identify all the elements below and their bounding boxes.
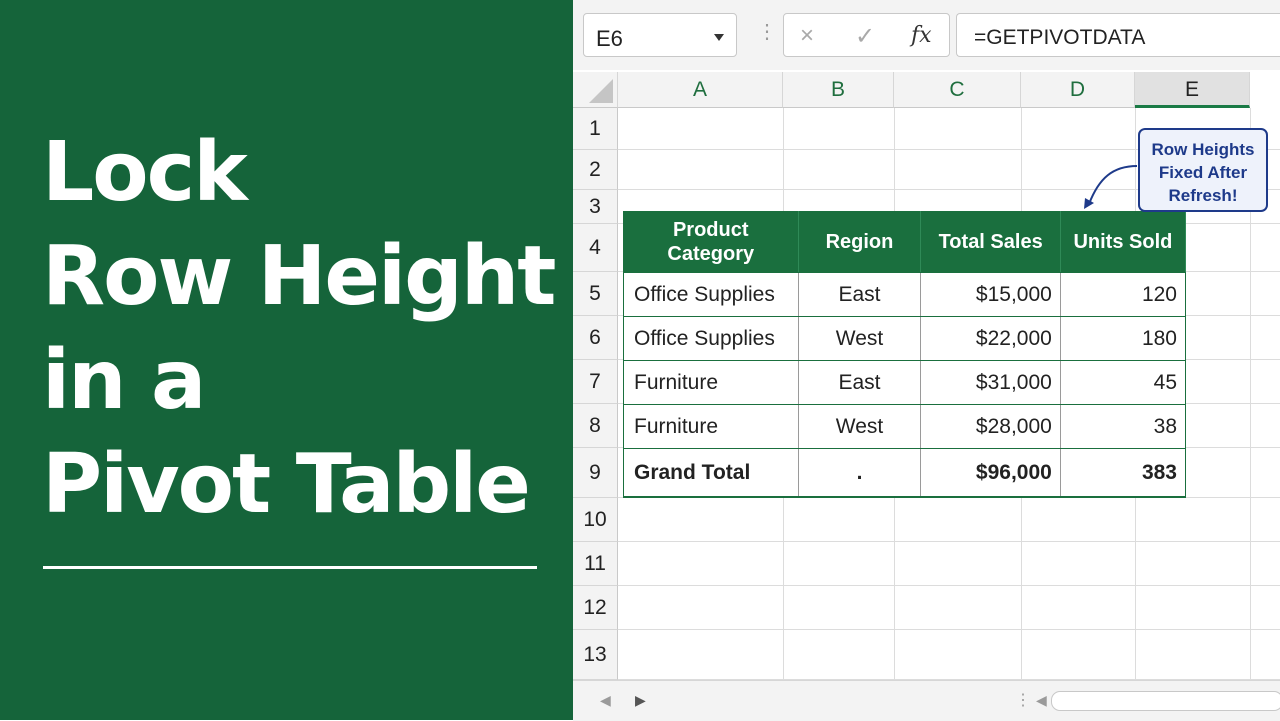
pivot-header-cell[interactable]: Total Sales — [920, 211, 1061, 273]
grand-total-label[interactable]: Grand Total — [623, 448, 799, 498]
name-box-value: E6 — [596, 26, 623, 51]
formula-buttons: × ✓ fx — [783, 13, 950, 57]
pivot-cell[interactable]: $28,000 — [920, 404, 1061, 449]
pivot-cell[interactable]: Office Supplies — [623, 316, 799, 361]
pivot-header-row: Product Category Region Total Sales Unit… — [623, 211, 1187, 273]
pivot-cell[interactable]: $15,000 — [920, 272, 1061, 317]
title-underline — [43, 566, 537, 569]
select-all-icon — [589, 79, 613, 103]
title-line-1: Lock — [42, 125, 248, 220]
insert-function-icon[interactable]: fx — [911, 23, 932, 48]
chevron-down-icon[interactable] — [714, 34, 724, 41]
pivot-cell[interactable]: $31,000 — [920, 360, 1061, 405]
column-header-b[interactable]: B — [783, 72, 894, 108]
more-options-icon[interactable]: ⋮ — [757, 22, 777, 42]
pivot-cell[interactable]: $22,000 — [920, 316, 1061, 361]
pivot-row: Office Supplies West $22,000 180 — [623, 316, 1187, 361]
pivot-table: Product Category Region Total Sales Unit… — [623, 211, 1187, 498]
grand-total-cell[interactable]: $96,000 — [920, 448, 1061, 498]
pivot-cell[interactable]: 120 — [1060, 272, 1187, 317]
pivot-row: Office Supplies East $15,000 120 — [623, 272, 1187, 317]
row-header-3[interactable]: 3 — [573, 190, 618, 224]
row-header-10[interactable]: 10 — [573, 498, 618, 542]
column-header-a[interactable]: A — [618, 72, 783, 108]
row-header-11[interactable]: 11 — [573, 542, 618, 586]
pivot-cell[interactable]: Furniture — [623, 360, 799, 405]
title-panel: Lock Row Height in a Pivot Table — [0, 0, 573, 720]
row-header-12[interactable]: 12 — [573, 586, 618, 630]
column-header-c[interactable]: C — [894, 72, 1021, 108]
sheet-status-bar: ◀ ▶ ⋮ ◀ — [573, 680, 1280, 721]
scroll-left-small-icon[interactable]: ◀ — [1036, 692, 1047, 709]
select-all-button[interactable] — [573, 72, 618, 108]
pivot-cell[interactable]: Furniture — [623, 404, 799, 449]
row-header-2[interactable]: 2 — [573, 150, 618, 190]
pivot-cell[interactable]: Office Supplies — [623, 272, 799, 317]
formula-input[interactable]: =GETPIVOTDATA — [956, 13, 1280, 57]
pivot-header-cell[interactable]: Region — [797, 211, 922, 273]
formula-text: =GETPIVOTDATA — [974, 26, 1146, 49]
horizontal-scrollbar[interactable] — [1051, 691, 1280, 711]
scroll-right-icon[interactable]: ▶ — [635, 692, 646, 709]
grid-line — [618, 541, 1280, 542]
title-line-4: Pivot Table — [42, 437, 531, 532]
column-header-e[interactable]: E — [1135, 72, 1250, 108]
pivot-cell[interactable]: 180 — [1060, 316, 1187, 361]
row-header-8[interactable]: 8 — [573, 404, 618, 448]
cancel-icon[interactable]: × — [800, 22, 814, 50]
pivot-header-cell[interactable]: Units Sold — [1059, 211, 1187, 273]
row-header-5[interactable]: 5 — [573, 272, 618, 316]
row-header-1[interactable]: 1 — [573, 108, 618, 150]
formula-bar: E6 ⋮ × ✓ fx =GETPIVOTDATA — [573, 0, 1280, 70]
pivot-grand-total-row: Grand Total . $96,000 383 — [623, 448, 1187, 498]
grand-total-cell[interactable]: 383 — [1060, 448, 1187, 498]
pivot-cell[interactable]: 38 — [1060, 404, 1187, 449]
column-header-d[interactable]: D — [1021, 72, 1135, 108]
row-header-7[interactable]: 7 — [573, 360, 618, 404]
pivot-cell[interactable]: East — [798, 272, 922, 317]
title-line-2: Row Height — [42, 229, 556, 324]
grid-line — [618, 585, 1280, 586]
spreadsheet: E6 ⋮ × ✓ fx =GETPIVOTDATA ABCDE 12345678… — [573, 0, 1280, 721]
pivot-cell[interactable]: West — [798, 316, 922, 361]
callout-note: Row Heights Fixed After Refresh! — [1138, 128, 1268, 212]
row-header-9[interactable]: 9 — [573, 448, 618, 498]
scroll-left-icon[interactable]: ◀ — [600, 692, 611, 709]
splitter-icon[interactable]: ⋮ — [1015, 690, 1031, 710]
name-box[interactable]: E6 — [583, 13, 737, 57]
grid-line — [618, 629, 1280, 630]
pivot-cell[interactable]: 45 — [1060, 360, 1187, 405]
pivot-header-cell[interactable]: Product Category — [623, 211, 799, 273]
title-line-3: in a — [42, 333, 206, 428]
pivot-cell[interactable]: West — [798, 404, 922, 449]
pivot-cell[interactable]: East — [798, 360, 922, 405]
row-header-13[interactable]: 13 — [573, 630, 618, 680]
row-header-6[interactable]: 6 — [573, 316, 618, 360]
pivot-row: Furniture East $31,000 45 — [623, 360, 1187, 405]
pivot-row: Furniture West $28,000 38 — [623, 404, 1187, 449]
callout-arrow-icon — [1084, 165, 1138, 209]
enter-icon[interactable]: ✓ — [855, 22, 875, 51]
grand-total-cell[interactable]: . — [798, 448, 922, 498]
row-header-4[interactable]: 4 — [573, 224, 618, 272]
